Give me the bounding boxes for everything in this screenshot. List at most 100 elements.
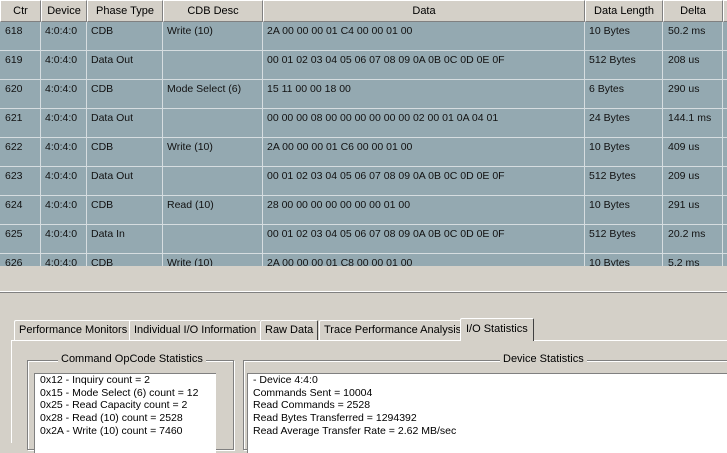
- cell-data: 00 00 00 08 00 00 00 00 00 00 02 00 01 0…: [263, 109, 585, 138]
- cell-phase-type: CDB: [87, 138, 163, 167]
- tab-io-statistics[interactable]: I/O Statistics: [460, 318, 534, 341]
- cell-data-length: 10 Bytes: [585, 196, 663, 225]
- opcode-statistics-list[interactable]: 0x12 - Inquiry count = 2 0x15 - Mode Sel…: [34, 373, 216, 453]
- device-statistics-title: Device Statistics: [500, 353, 587, 365]
- cell-data-length: 512 Bytes: [585, 51, 663, 80]
- cell-delta: 409 us: [663, 138, 723, 167]
- cell-device: 4:0:4:0: [41, 254, 87, 266]
- cell-delta: 208 us: [663, 51, 723, 80]
- cell-data: 2A 00 00 00 01 C8 00 00 01 00: [263, 254, 585, 266]
- column-header-spacer: [723, 0, 727, 22]
- cell-cdb-desc: Write (10): [163, 22, 263, 51]
- cell-delta: 209 us: [663, 167, 723, 196]
- column-header-delta[interactable]: Delta: [663, 0, 723, 22]
- table-row[interactable]: 619 4:0:4:0 Data Out 00 01 02 03 04 05 06 0…: [0, 51, 727, 80]
- cell-data: 00 01 02 03 04 05 06 07 08 09 0A 0B 0C 0…: [263, 167, 585, 196]
- cell-delta: 290 us: [663, 80, 723, 109]
- cell-data: 28 00 00 00 00 00 00 00 01 00: [263, 196, 585, 225]
- column-header-device[interactable]: Device: [41, 0, 87, 22]
- tab-strip: Performance Monitors Individual I/O Info…: [0, 318, 727, 341]
- table-row[interactable]: 620 4:0:4:0 CDB Mode Select (6) 15 11 00 00 …: [0, 80, 727, 109]
- cell-device: 4:0:4:0: [41, 138, 87, 167]
- cell-device: 4:0:4:0: [41, 225, 87, 254]
- cell-ctr: 622: [0, 138, 41, 167]
- cell-spacer: [723, 51, 727, 80]
- cell-phase-type: Data Out: [87, 51, 163, 80]
- cell-data: 00 01 02 03 04 05 06 07 08 09 0A 0B 0C 0…: [263, 51, 585, 80]
- cell-phase-type: CDB: [87, 254, 163, 266]
- table-row[interactable]: 622 4:0:4:0 CDB Write (10) 2A 00 00 00 01 C6…: [0, 138, 727, 167]
- cell-cdb-desc: Mode Select (6): [163, 80, 263, 109]
- opcode-line: 0x2A - Write (10) count = 7460: [40, 424, 183, 437]
- cell-cdb-desc: [163, 51, 263, 80]
- table-row[interactable]: 626 4:0:4:0 CDB Write (10) 2A 00 00 00 01 C8…: [0, 254, 727, 266]
- column-header-ctr[interactable]: Ctr: [0, 0, 41, 22]
- opcode-statistics-group: Command OpCode Statistics 0x12 - Inquiry…: [27, 353, 234, 453]
- cell-cdb-desc: Read (10): [163, 196, 263, 225]
- tab-trace-performance-analysis[interactable]: Trace Performance Analysis: [319, 320, 467, 340]
- cell-cdb-desc: [163, 167, 263, 196]
- io-statistics-panel: Command OpCode Statistics 0x12 - Inquiry…: [11, 340, 727, 453]
- cell-ctr: 618: [0, 22, 41, 51]
- cell-phase-type: Data In: [87, 225, 163, 254]
- column-header-cdb-desc[interactable]: CDB Desc: [163, 0, 263, 22]
- table-row[interactable]: 624 4:0:4:0 CDB Read (10) 28 00 00 00 00 00 …: [0, 196, 727, 225]
- cell-spacer: [723, 80, 727, 109]
- opcode-line: 0x15 - Mode Select (6) count = 12: [40, 386, 199, 399]
- cell-data: 00 01 02 03 04 05 06 07 08 09 0A 0B 0C 0…: [263, 225, 585, 254]
- table-header: Ctr Device Phase Type CDB Desc Data Data…: [0, 0, 727, 22]
- cell-data: 15 11 00 00 18 00: [263, 80, 585, 109]
- cell-spacer: [723, 196, 727, 225]
- column-header-phase-type[interactable]: Phase Type: [87, 0, 163, 22]
- cell-device: 4:0:4:0: [41, 80, 87, 109]
- cell-phase-type: Data Out: [87, 167, 163, 196]
- cell-ctr: 621: [0, 109, 41, 138]
- cell-ctr: 623: [0, 167, 41, 196]
- cell-delta: 5.2 ms: [663, 254, 723, 266]
- table-row[interactable]: 621 4:0:4:0 Data Out 00 00 00 08 00 00 00 0…: [0, 109, 727, 138]
- cell-spacer: [723, 138, 727, 167]
- device-stat-line: Commands Sent = 10004: [253, 386, 373, 399]
- cell-ctr: 626: [0, 254, 41, 266]
- column-header-data[interactable]: Data: [263, 0, 585, 22]
- opcode-line: 0x28 - Read (10) count = 2528: [40, 412, 183, 425]
- cell-ctr: 620: [0, 80, 41, 109]
- opcode-statistics-title: Command OpCode Statistics: [58, 353, 206, 365]
- cell-data-length: 6 Bytes: [585, 80, 663, 109]
- device-statistics-list[interactable]: - Device 4:4:0 Commands Sent = 10004 Rea…: [247, 373, 727, 453]
- cell-device: 4:0:4:0: [41, 109, 87, 138]
- cell-data: 2A 00 00 00 01 C6 00 00 01 00: [263, 138, 585, 167]
- cell-device: 4:0:4:0: [41, 22, 87, 51]
- cell-device: 4:0:4:0: [41, 196, 87, 225]
- device-stat-line: Read Commands = 2528: [253, 399, 371, 412]
- cell-data: 2A 00 00 00 01 C4 00 00 01 00: [263, 22, 585, 51]
- opcode-line: 0x12 - Inquiry count = 2: [40, 374, 151, 386]
- cell-phase-type: Data Out: [87, 109, 163, 138]
- cell-spacer: [723, 254, 727, 266]
- cell-data-length: 10 Bytes: [585, 22, 663, 51]
- cell-phase-type: CDB: [87, 22, 163, 51]
- tab-performance-monitors[interactable]: Performance Monitors: [14, 320, 133, 340]
- cell-phase-type: CDB: [87, 196, 163, 225]
- cell-cdb-desc: [163, 109, 263, 138]
- table-row[interactable]: 625 4:0:4:0 Data In 00 01 02 03 04 05 06 07…: [0, 225, 727, 254]
- device-stat-line: - Device 4:4:0: [253, 374, 318, 386]
- column-header-data-length[interactable]: Data Length: [585, 0, 663, 22]
- cell-spacer: [723, 22, 727, 51]
- cell-ctr: 625: [0, 225, 41, 254]
- table-row[interactable]: 623 4:0:4:0 Data Out 00 01 02 03 04 05 06 0…: [0, 167, 727, 196]
- opcode-line: 0x25 - Read Capacity count = 2: [40, 399, 188, 412]
- cell-data-length: 512 Bytes: [585, 167, 663, 196]
- device-stat-line: Read Bytes Transferred = 1294392: [253, 412, 417, 425]
- cell-delta: 144.1 ms: [663, 109, 723, 138]
- cell-data-length: 10 Bytes: [585, 138, 663, 167]
- device-statistics-group: Device Statistics - Device 4:4:0 Command…: [243, 353, 727, 453]
- table-row[interactable]: 618 4:0:4:0 CDB Write (10) 2A 00 00 00 01 C4…: [0, 22, 727, 51]
- tab-raw-data[interactable]: Raw Data: [260, 320, 319, 340]
- cell-data-length: 10 Bytes: [585, 254, 663, 266]
- tab-individual-io-information[interactable]: Individual I/O Information: [129, 320, 262, 340]
- pane-splitter[interactable]: [0, 266, 727, 293]
- cell-ctr: 619: [0, 51, 41, 80]
- cell-device: 4:0:4:0: [41, 167, 87, 196]
- cell-spacer: [723, 109, 727, 138]
